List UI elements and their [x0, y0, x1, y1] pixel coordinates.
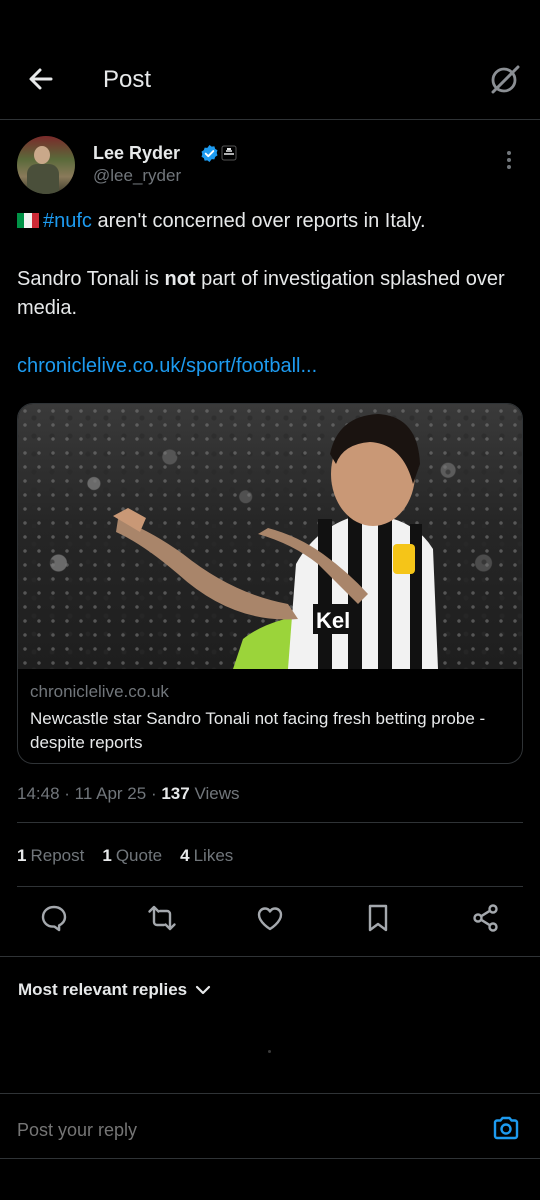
post-line-2-bold: not: [164, 268, 196, 290]
more-options-icon[interactable]: [499, 148, 519, 172]
author-name[interactable]: Lee Ryder: [93, 143, 180, 164]
italy-flag-icon: [17, 208, 39, 228]
views-count: 137: [161, 784, 190, 803]
card-title: Newcastle star Sandro Tonali not facing …: [30, 709, 486, 752]
reply-icon[interactable]: [38, 902, 70, 934]
page-title: Post: [103, 66, 152, 93]
divider: [0, 956, 540, 957]
card-domain: chroniclelive.co.uk: [30, 682, 169, 701]
article-image[interactable]: Kel: [18, 404, 522, 669]
reply-input[interactable]: [17, 1120, 437, 1141]
reposts-stat[interactable]: 1 Repost: [17, 846, 84, 866]
post-author: Lee Ryder @lee_ryder: [17, 136, 523, 196]
avatar[interactable]: [17, 136, 75, 194]
chevron-down-icon: [196, 985, 211, 995]
article-link[interactable]: chroniclelive.co.uk/sport/football...: [17, 355, 317, 377]
like-icon[interactable]: [254, 902, 286, 934]
post-time: 14:48: [17, 784, 60, 803]
card-meta[interactable]: chroniclelive.co.uk Newcastle star Sandr…: [18, 669, 522, 763]
share-icon[interactable]: [470, 902, 502, 934]
camera-icon[interactable]: [492, 1114, 520, 1142]
author-handle[interactable]: @lee_ryder: [93, 166, 181, 186]
repost-icon[interactable]: [146, 902, 178, 934]
quotes-stat[interactable]: 1 Quote: [102, 846, 162, 866]
divider: [17, 822, 523, 823]
post-text: #nufc aren't concerned over reports in I…: [17, 207, 523, 410]
link-preview-card[interactable]: Kel chroniclelive.co.uk Newcastle star S…: [17, 403, 523, 764]
hashtag-link[interactable]: #nufc: [43, 210, 92, 232]
post-line-2-start: Sandro Tonali is: [17, 268, 165, 290]
post-timestamp: 14:48 · 11 Apr 25 · 137 Views: [17, 784, 240, 803]
post-date: 11 Apr 25: [74, 784, 147, 803]
action-bar: [0, 902, 540, 942]
loading-indicator: [268, 1050, 271, 1053]
likes-stat[interactable]: 4 Likes: [180, 846, 233, 866]
verified-badge-icon: [201, 144, 218, 163]
back-arrow-icon[interactable]: [26, 64, 56, 94]
engagement-stats: 1 Repost 1 Quote 4 Likes: [17, 846, 233, 866]
views-label: Views: [194, 784, 240, 803]
divider: [17, 886, 523, 887]
svg-text:Kel: Kel: [316, 608, 350, 633]
replies-sort-dropdown[interactable]: Most relevant replies: [18, 980, 211, 1000]
bookmark-icon[interactable]: [362, 902, 394, 934]
top-bar: Post: [0, 0, 540, 120]
reply-composer: [0, 1093, 540, 1159]
affiliate-badge-icon: [221, 145, 237, 161]
grok-icon[interactable]: [488, 62, 522, 96]
post-line-1: aren't concerned over reports in Italy.: [91, 210, 426, 232]
replies-sort-label: Most relevant replies: [18, 980, 188, 999]
